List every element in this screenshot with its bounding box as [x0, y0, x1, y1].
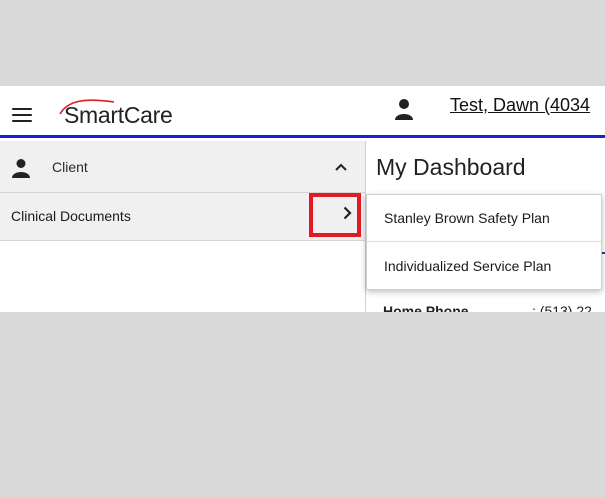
client-user-icon	[12, 159, 30, 178]
client-section-header[interactable]: Client	[0, 141, 365, 193]
app-name: SmartCare	[64, 102, 173, 128]
user-name-link[interactable]: Test, Dawn (4034	[450, 95, 590, 116]
smartcare-logo[interactable]: SmartCare	[58, 96, 198, 130]
hamburger-menu-icon[interactable]	[12, 108, 32, 122]
menu-item-stanley-brown-safety-plan[interactable]: Stanley Brown Safety Plan	[367, 195, 601, 242]
home-phone-label: Home Phone	[383, 303, 469, 312]
page-title: My Dashboard	[376, 154, 526, 180]
home-phone-value: : (513) 22	[532, 303, 592, 312]
top-header: SmartCare Test, Dawn (4034	[0, 86, 605, 138]
sidebar-item-label: Clinical Documents	[11, 208, 131, 224]
chevron-right-icon[interactable]	[343, 206, 352, 220]
clinical-documents-flyout-menu: Stanley Brown Safety Plan Individualized…	[366, 194, 602, 290]
client-section-label: Client	[52, 159, 88, 175]
highlight-annotation-box	[309, 193, 361, 237]
chevron-up-icon[interactable]	[335, 163, 347, 171]
app-window: SmartCare Test, Dawn (4034 Client Clinic…	[0, 86, 605, 312]
menu-item-individualized-service-plan[interactable]: Individualized Service Plan	[367, 243, 601, 290]
user-icon	[395, 99, 413, 120]
